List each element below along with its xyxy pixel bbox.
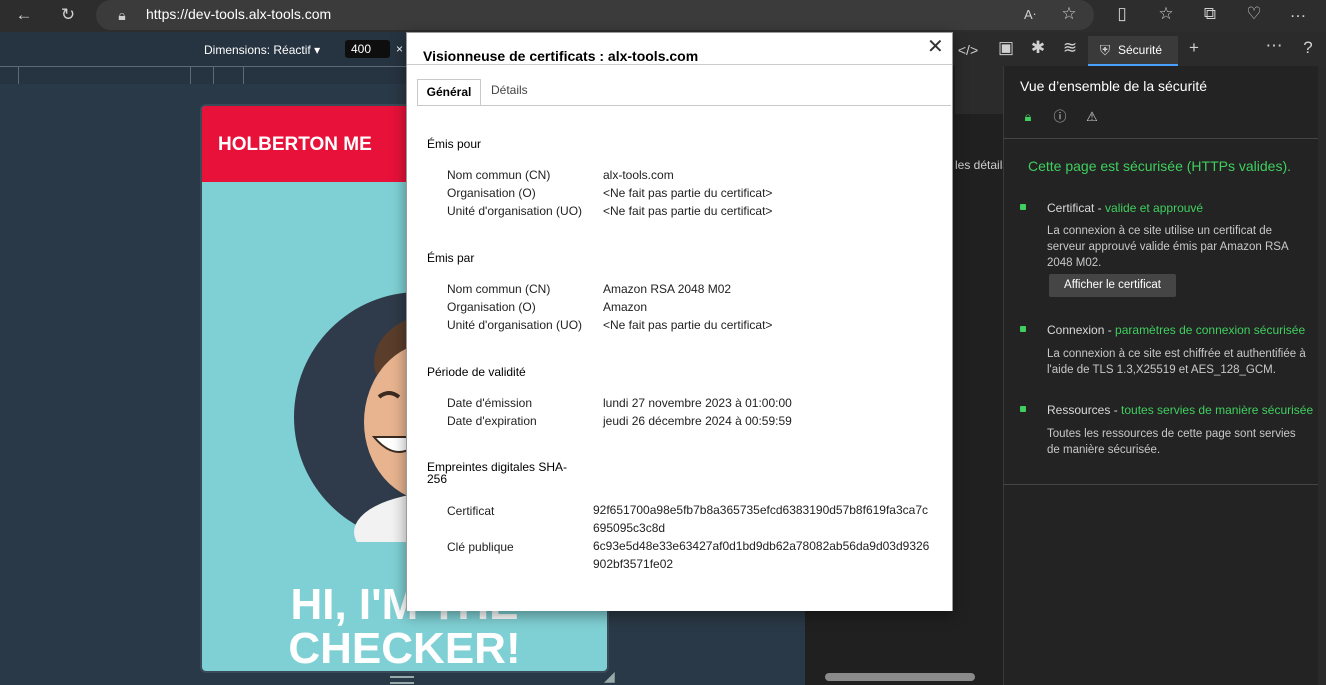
more-options-icon[interactable]: ⋯ <box>1262 36 1286 56</box>
resize-corner-icon[interactable]: ◢ <box>604 668 615 685</box>
section-issued-to: Émis pour <box>427 137 482 151</box>
section-fingerprints: Empreintes digitales SHA-256 <box>427 460 568 486</box>
network-wifi-icon[interactable]: ≋ <box>1058 38 1082 58</box>
dimensions-dropdown[interactable]: Dimensions: Réactif ▾ <box>204 43 320 57</box>
media-query-ruler <box>0 66 410 85</box>
connection-status: Connexion - paramètres de connexion sécu… <box>1047 323 1305 337</box>
status-bullet <box>1020 204 1026 210</box>
tab-security-label: Sécurité <box>1118 43 1163 57</box>
width-input[interactable]: 400 <box>345 40 390 58</box>
connection-description: La connexion à ce site est chiffrée et a… <box>1047 348 1306 376</box>
resources-status: Ressources - toutes servies de manière s… <box>1047 403 1313 417</box>
middle-pane-header <box>955 66 1003 114</box>
certificate-label: Certificat - <box>1047 201 1106 215</box>
help-icon[interactable]: ? <box>1296 38 1320 58</box>
hero-title-line2: CHECKER! <box>288 624 521 673</box>
tab-general[interactable]: Général <box>417 79 481 106</box>
certificate-fingerprint: 92f651700a98e5fb7b8a365735efcd6383190d57… <box>593 503 928 535</box>
certificate-description: La connexion à ce site utilise un certif… <box>1047 225 1288 269</box>
console-icon[interactable]: ▣ <box>994 38 1018 58</box>
field-value: Amazon RSA 2048 M02 <box>603 282 732 296</box>
field-value: <Ne fait pas partie du certificat> <box>603 204 773 218</box>
ruler-tick <box>213 66 214 84</box>
resources-label: Ressources - <box>1047 403 1122 417</box>
shield-icon: ⛨ <box>1099 42 1111 58</box>
security-status-heading: Cette page est sécurisée (HTTPs valides)… <box>1028 158 1291 174</box>
security-overview-title: Vue d’ensemble de la sécurité <box>1020 78 1208 94</box>
field-value: lundi 27 novembre 2023 à 01:00:00 <box>603 396 792 410</box>
chevron-down-icon: ▾ <box>314 43 321 57</box>
field-label: Clé publique <box>447 540 514 554</box>
lock-icon[interactable]: 🔒︎ <box>110 5 134 25</box>
field-value: jeudi 26 décembre 2024 à 00:59:59 <box>603 414 792 428</box>
details-text: les détails <box>955 158 1009 172</box>
field-label: Certificat <box>447 504 495 518</box>
certificate-viewer-dialog: Visionneuse de certificats : alx-tools.c… <box>406 32 953 611</box>
certificate-status-value: valide et approuvé <box>1105 201 1204 215</box>
favorite-star-icon[interactable]: ☆ <box>1057 4 1081 24</box>
status-bullet <box>1020 326 1026 332</box>
field-label: Nom commun (CN) <box>447 168 551 182</box>
split-screen-icon[interactable]: ▯ <box>1110 4 1134 24</box>
connection-status-value: paramètres de connexion sécurisée <box>1115 323 1306 337</box>
field-value: <Ne fait pas partie du certificat> <box>603 186 773 200</box>
refresh-icon[interactable]: ↻ <box>56 5 80 25</box>
field-value: alx-tools.com <box>603 168 674 182</box>
horizontal-scrollbar[interactable] <box>825 673 975 681</box>
field-label: Unité d'organisation (UO) <box>447 204 583 218</box>
resources-status-value: toutes servies de manière sécurisée <box>1121 403 1314 417</box>
secure-lock-icon[interactable]: 🔒︎ <box>1016 107 1040 127</box>
vertical-scrollbar[interactable] <box>1318 66 1326 685</box>
add-tab-icon[interactable]: + <box>1182 38 1206 58</box>
section-validity: Période de validité <box>427 365 526 379</box>
dimension-separator: × <box>396 42 404 56</box>
divider <box>1003 484 1326 485</box>
tab-divider <box>417 105 951 106</box>
back-icon[interactable]: ← <box>12 5 36 25</box>
connection-label: Connexion - <box>1047 323 1116 337</box>
field-label: Date d'émission <box>447 396 532 410</box>
ruler-tick <box>190 66 191 84</box>
field-label: Unité d'organisation (UO) <box>447 318 583 332</box>
debugger-bug-icon[interactable]: ✱ <box>1026 38 1050 58</box>
resize-handle[interactable] <box>390 676 414 684</box>
favorites-icon[interactable]: ☆ <box>1154 4 1178 24</box>
field-label: Organisation (O) <box>447 186 536 200</box>
resources-description: Toutes les ressources de cette page sont… <box>1047 428 1296 456</box>
read-aloud-icon[interactable]: Aᐧ <box>1018 5 1042 25</box>
field-value: <Ne fait pas partie du certificat> <box>603 318 773 332</box>
more-menu-icon[interactable]: … <box>1286 2 1310 22</box>
close-icon[interactable]: ✕ <box>927 36 944 58</box>
address-url[interactable]: https://dev-tools.alx-tools.com <box>146 6 331 22</box>
field-label: Organisation (O) <box>447 300 536 314</box>
collections-icon[interactable]: ⧉ <box>1198 4 1222 24</box>
browser-essentials-icon[interactable]: ♡ <box>1242 4 1266 24</box>
field-value: Amazon <box>603 300 648 314</box>
tab-details[interactable]: Détails <box>491 83 528 97</box>
info-icon[interactable]: ⓘ <box>1048 107 1072 127</box>
ruler-tick <box>18 66 19 84</box>
field-label: Nom commun (CN) <box>447 282 551 296</box>
dimensions-label: Dimensions: Réactif <box>204 43 311 57</box>
public-key-fingerprint: 6c93e5d48e33e63427af0d1bd9db62a78082ab56… <box>593 539 930 571</box>
dialog-title: Visionneuse de certificats : alx-tools.c… <box>423 48 699 64</box>
dialog-body: Général Détails Émis pour Nom commun (CN… <box>407 64 952 611</box>
field-label: Date d'expiration <box>447 414 537 428</box>
status-bullet <box>1020 406 1026 412</box>
elements-icon[interactable]: </> <box>956 40 980 60</box>
brand-logo[interactable]: HOLBERTON ME <box>218 134 372 156</box>
certificate-status: Certificat - valide et approuvé <box>1047 201 1203 215</box>
section-issued-by: Émis par <box>427 251 475 265</box>
warning-icon[interactable]: ⚠ <box>1080 107 1104 127</box>
ruler-tick <box>243 66 244 84</box>
view-certificate-button[interactable]: Afficher le certificat <box>1049 274 1176 297</box>
